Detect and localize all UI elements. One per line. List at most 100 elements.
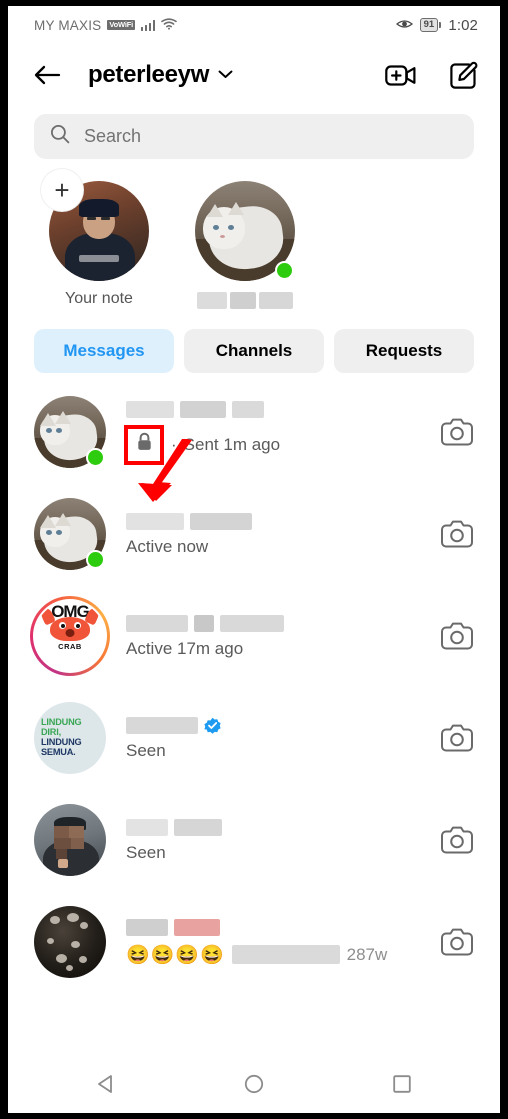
table-row[interactable]: OMG CRAB Active 17m ago xyxy=(8,585,500,687)
online-status-dot xyxy=(86,448,105,467)
note-your-note[interactable]: + Your note xyxy=(41,169,154,309)
thread-subtitle-row: · Sent 1m ago xyxy=(124,424,414,465)
thread-meta: 😆😆😆😆 287w xyxy=(126,918,414,967)
nav-home-button[interactable] xyxy=(234,1064,274,1104)
crab-bottom-text: CRAB xyxy=(58,642,82,651)
thread-name-row xyxy=(126,818,414,838)
thread-name-row xyxy=(126,400,414,420)
online-status-dot xyxy=(275,261,294,280)
tab-messages[interactable]: Messages xyxy=(34,329,174,373)
new-message-button[interactable] xyxy=(446,58,480,92)
search-icon xyxy=(50,124,70,149)
blurred-person-avatar xyxy=(34,804,106,876)
table-row[interactable]: LINDUNG DIRI, LINDUNG SEMUA. Seen xyxy=(8,687,500,789)
avatar xyxy=(34,804,106,876)
back-button[interactable] xyxy=(30,58,64,92)
avatar: OMG CRAB xyxy=(35,601,105,671)
status-bar: MY MAXIS VoWiFi 91 1:02 xyxy=(8,6,500,44)
verified-badge-icon xyxy=(204,717,221,734)
table-row[interactable]: 😆😆😆😆 287w xyxy=(8,891,500,993)
android-nav-bar xyxy=(8,1055,500,1113)
signal-bars-icon xyxy=(140,19,156,31)
thread-filter-tabs: Messages Channels Requests xyxy=(8,309,500,373)
camera-button[interactable] xyxy=(434,621,474,651)
thread-meta: Active 17m ago xyxy=(126,614,414,659)
lindung-diri-avatar: LINDUNG DIRI, LINDUNG SEMUA. xyxy=(34,702,106,774)
story-ring: OMG CRAB xyxy=(30,596,110,676)
camera-button[interactable] xyxy=(434,519,474,549)
account-switcher[interactable]: peterleeyw xyxy=(88,61,233,89)
camera-icon xyxy=(441,928,473,956)
note-blurred-name xyxy=(197,292,293,309)
nav-home-circle-icon xyxy=(244,1074,264,1094)
camera-button[interactable] xyxy=(434,927,474,957)
table-row[interactable]: · Sent 1m ago xyxy=(8,381,500,483)
camera-icon xyxy=(441,622,473,650)
thread-separator: · xyxy=(171,434,177,454)
camera-icon xyxy=(441,826,473,854)
search-input[interactable]: Search xyxy=(34,114,474,159)
chevron-down-icon xyxy=(218,66,233,84)
thread-subtitle: Seen xyxy=(126,740,166,760)
thread-avatar-wrap: OMG CRAB xyxy=(30,596,110,676)
thread-subtitle: Seen xyxy=(126,842,166,862)
dark-photo-avatar xyxy=(34,906,106,978)
camera-button[interactable] xyxy=(434,825,474,855)
thread-subtitle-row: Seen xyxy=(126,843,414,863)
battery-indicator: 91 xyxy=(419,18,442,32)
thread-meta: Seen xyxy=(126,818,414,863)
camera-button[interactable] xyxy=(434,417,474,447)
camera-button[interactable] xyxy=(434,723,474,753)
search-section: Search xyxy=(8,106,500,159)
battery-tip xyxy=(439,22,442,28)
notes-row: + Your note xyxy=(8,159,500,309)
add-note-plus-icon[interactable]: + xyxy=(41,169,83,211)
table-row[interactable]: Active now xyxy=(8,483,500,585)
app-header: peterleeyw xyxy=(8,44,500,106)
status-bar-right: 91 1:02 xyxy=(395,16,478,34)
carrier-label: MY MAXIS xyxy=(34,17,102,33)
header-actions xyxy=(384,58,480,92)
wifi-icon xyxy=(161,17,178,33)
online-status-dot xyxy=(86,550,105,569)
page-title: peterleeyw xyxy=(88,61,210,88)
thread-list: · Sent 1m ago Active now OMG CRAB Active… xyxy=(8,373,500,993)
camera-icon xyxy=(441,724,473,752)
nav-recents-square-icon xyxy=(393,1075,411,1093)
app-screen: MY MAXIS VoWiFi 91 1:02 peterleeyw Searc… xyxy=(8,6,500,1113)
camera-icon xyxy=(441,418,473,446)
nav-back-triangle-icon xyxy=(98,1075,112,1093)
crab-illustration xyxy=(39,606,101,641)
avatar xyxy=(34,906,106,978)
lindung-line-4: SEMUA. xyxy=(41,746,76,757)
clock-label: 1:02 xyxy=(448,16,478,34)
thread-meta: Seen xyxy=(126,716,414,761)
table-row[interactable]: Seen xyxy=(8,789,500,891)
note-label: Your note xyxy=(65,290,133,307)
thread-name-row xyxy=(126,918,414,938)
nav-back-button[interactable] xyxy=(86,1064,126,1104)
thread-avatar-wrap xyxy=(34,396,106,468)
thread-subtitle: Sent 1m ago xyxy=(183,434,281,454)
message-emojis: 😆😆😆😆 xyxy=(126,944,225,966)
tab-channels[interactable]: Channels xyxy=(184,329,324,373)
thread-meta: · Sent 1m ago xyxy=(124,400,414,465)
thread-subtitle: Active 17m ago xyxy=(126,638,244,658)
thread-avatar-wrap xyxy=(34,906,106,978)
thread-avatar-wrap xyxy=(34,498,106,570)
new-video-call-button[interactable] xyxy=(384,58,418,92)
phone-frame: MY MAXIS VoWiFi 91 1:02 peterleeyw Searc… xyxy=(0,0,508,1119)
thread-name-row xyxy=(126,614,414,634)
thread-subtitle-row: Active 17m ago xyxy=(126,639,414,659)
your-note-avatar-wrap: + xyxy=(41,169,149,281)
status-bar-left: MY MAXIS VoWiFi xyxy=(34,17,178,33)
thread-name-row xyxy=(126,512,414,532)
nav-recents-button[interactable] xyxy=(382,1064,422,1104)
thread-avatar-wrap: LINDUNG DIRI, LINDUNG SEMUA. xyxy=(34,702,106,774)
battery-level-label: 91 xyxy=(419,18,439,32)
thread-subtitle-row: Active now xyxy=(126,537,414,557)
note-contact[interactable] xyxy=(190,181,300,309)
tab-requests[interactable]: Requests xyxy=(334,329,474,373)
search-placeholder: Search xyxy=(84,126,142,146)
thread-subtitle-row: Seen xyxy=(126,741,414,761)
